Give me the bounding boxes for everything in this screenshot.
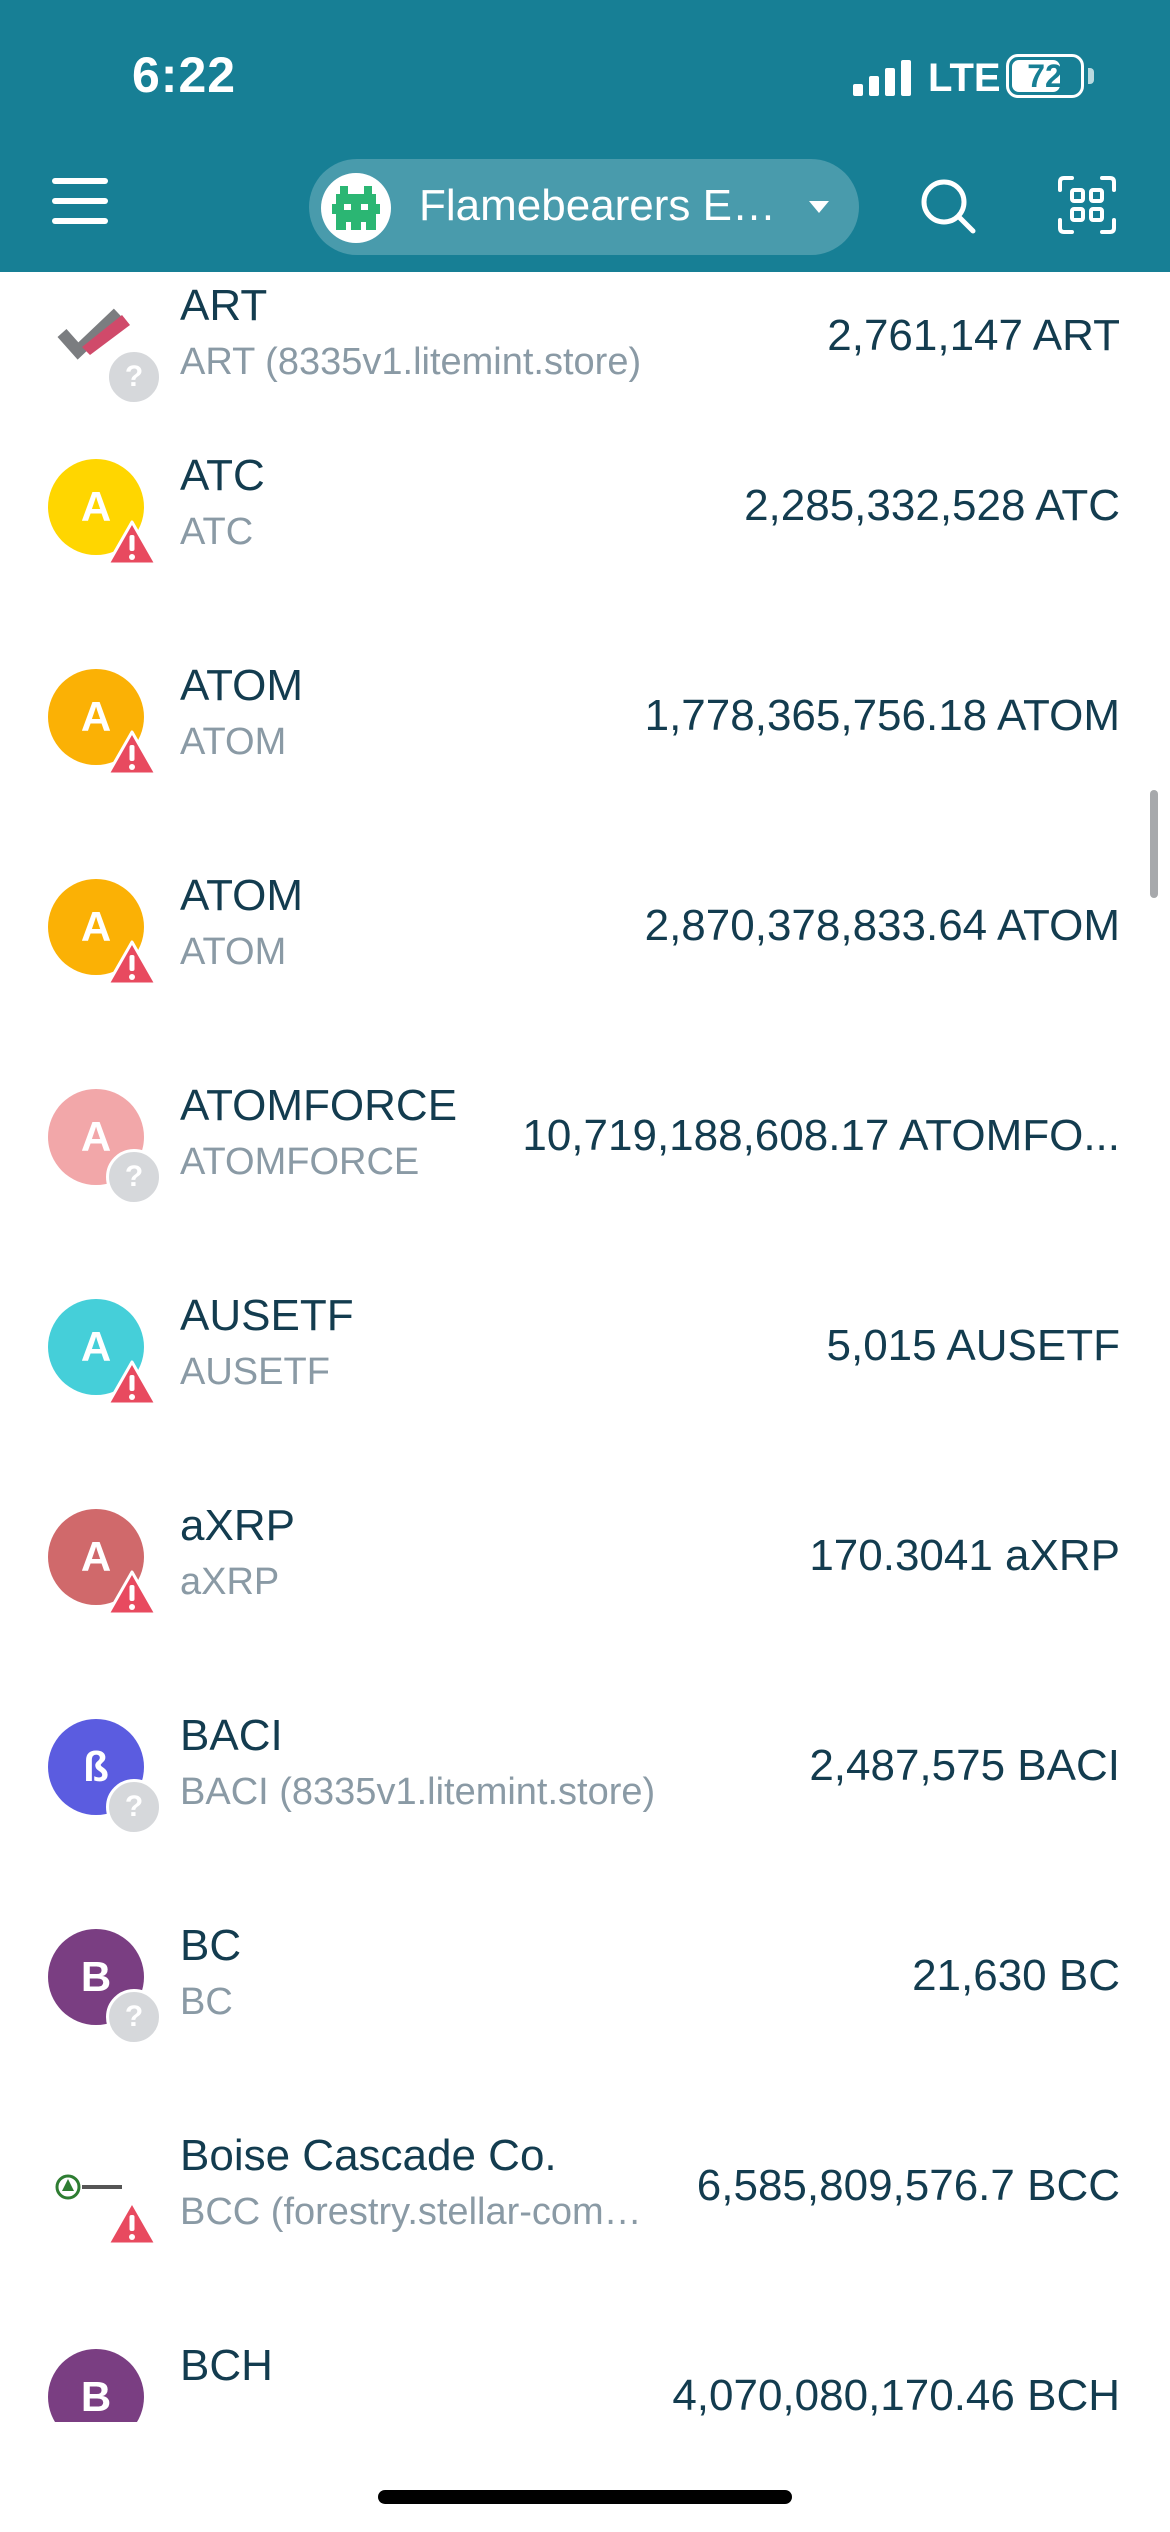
- asset-balance: 2,487,575 BACI: [809, 1741, 1120, 1790]
- asset-balance: 2,285,332,528 ATC: [744, 481, 1120, 530]
- asset-name: BCH: [180, 2341, 273, 2390]
- question-badge-icon: ?: [106, 1779, 162, 1835]
- warning-icon: [106, 940, 158, 986]
- asset-row[interactable]: ? ART ART (8335v1.litemint.store) 2,761,147…: [0, 272, 1170, 405]
- asset-issuer: BCC (forestry.stellar-com…: [180, 2191, 642, 2233]
- asset-row[interactable]: B? BC BC 21,630 BC: [0, 1872, 1170, 2082]
- wallet-selector[interactable]: Flamebearers E…: [309, 159, 859, 255]
- asset-balance: 170.3041 aXRP: [809, 1531, 1120, 1580]
- asset-balance: 2,870,378,833.64 ATOM: [644, 901, 1120, 950]
- battery-cap: [1088, 68, 1094, 84]
- asset-row[interactable]: Boise Cascade Co. BCC (forestry.stellar-c…: [0, 2082, 1170, 2292]
- asset-row[interactable]: A AUSETF AUSETF 5,015 AUSETF: [0, 1242, 1170, 1452]
- asset-balance: 2,761,147 ART: [827, 311, 1120, 360]
- warning-icon: [106, 1570, 158, 1616]
- asset-name: Boise Cascade Co.: [180, 2131, 557, 2180]
- qr-scan-icon[interactable]: [1056, 174, 1118, 236]
- asset-balance: 4,070,080,170.46 BCH: [672, 2371, 1120, 2420]
- top-bar: 6:22 LTE 72 Flamebearers E…: [0, 0, 1170, 272]
- asset-row[interactable]: ß? BACI BACI (8335v1.litemint.store) 2,487,…: [0, 1662, 1170, 1872]
- asset-name: BACI: [180, 1711, 283, 1760]
- asset-issuer: ATOM: [180, 931, 287, 973]
- warning-icon: [106, 730, 158, 776]
- asset-issuer: BACI (8335v1.litemint.store): [180, 1771, 656, 1813]
- battery-icon: 72: [1006, 54, 1084, 98]
- asset-issuer: ATOMFORCE: [180, 1141, 420, 1183]
- asset-issuer: BC: [180, 1981, 233, 2023]
- question-badge-icon: ?: [106, 1149, 162, 1205]
- asset-issuer: ART (8335v1.litemint.store): [180, 341, 642, 383]
- scrollbar-thumb[interactable]: [1150, 790, 1158, 898]
- asset-name: aXRP: [180, 1501, 295, 1550]
- home-indicator[interactable]: [378, 2490, 792, 2504]
- asset-balance: 21,630 BC: [912, 1951, 1120, 2000]
- network-type: LTE: [928, 56, 1001, 100]
- menu-button[interactable]: [52, 176, 112, 228]
- asset-balance: 10,719,188,608.17 ATOMFO...: [522, 1111, 1120, 1160]
- asset-list[interactable]: ? ART ART (8335v1.litemint.store) 2,761,147…: [0, 272, 1170, 2422]
- warning-icon: [106, 2200, 158, 2246]
- asset-issuer: ATOM: [180, 721, 287, 763]
- chevron-down-icon: [809, 201, 829, 213]
- asset-name: ATOMFORCE: [180, 1081, 458, 1130]
- asset-issuer: aXRP: [180, 1561, 280, 1603]
- asset-name: BC: [180, 1921, 242, 1970]
- asset-row[interactable]: B BCH 4,070,080,170.46 BCH: [0, 2292, 1170, 2422]
- asset-row[interactable]: AaXRP aXRP 170.3041 aXRP: [0, 1452, 1170, 1662]
- asset-row[interactable]: A ATOM ATOM 2,870,378,833.64 ATOM: [0, 822, 1170, 1032]
- pixel-creature-icon: [332, 186, 380, 230]
- asset-issuer: ATC: [180, 511, 254, 553]
- asset-issuer: AUSETF: [180, 1351, 330, 1393]
- asset-row[interactable]: A ATC ATC 2,285,332,528 ATC: [0, 402, 1170, 612]
- asset-name: ART: [180, 281, 268, 330]
- asset-row[interactable]: A? ATOMFORCE ATOMFORCE 10,719,188,608.17 AT…: [0, 1032, 1170, 1242]
- warning-icon: [106, 520, 158, 566]
- asset-balance: 6,585,809,576.7 BCC: [696, 2161, 1120, 2210]
- asset-name: ATOM: [180, 871, 304, 920]
- asset-name: ATC: [180, 451, 265, 500]
- status-time: 6:22: [132, 47, 237, 103]
- battery-level: 72: [1027, 58, 1063, 94]
- asset-name: ATOM: [180, 661, 304, 710]
- asset-balance: 1,778,365,756.18 ATOM: [644, 691, 1120, 740]
- letter-b-icon: B: [48, 2349, 144, 2422]
- asset-name: AUSETF: [180, 1291, 354, 1340]
- warning-icon: [106, 1360, 158, 1406]
- asset-balance: 5,015 AUSETF: [826, 1321, 1120, 1370]
- cellular-signal-icon: [853, 60, 913, 96]
- question-badge-icon: ?: [106, 1989, 162, 2045]
- asset-row[interactable]: A ATOM ATOM 1,778,365,756.18 ATOM: [0, 612, 1170, 822]
- wallet-avatar: [321, 173, 391, 243]
- wallet-name: Flamebearers E…: [419, 181, 777, 230]
- question-badge-icon: ?: [106, 349, 162, 405]
- search-icon[interactable]: [918, 176, 978, 236]
